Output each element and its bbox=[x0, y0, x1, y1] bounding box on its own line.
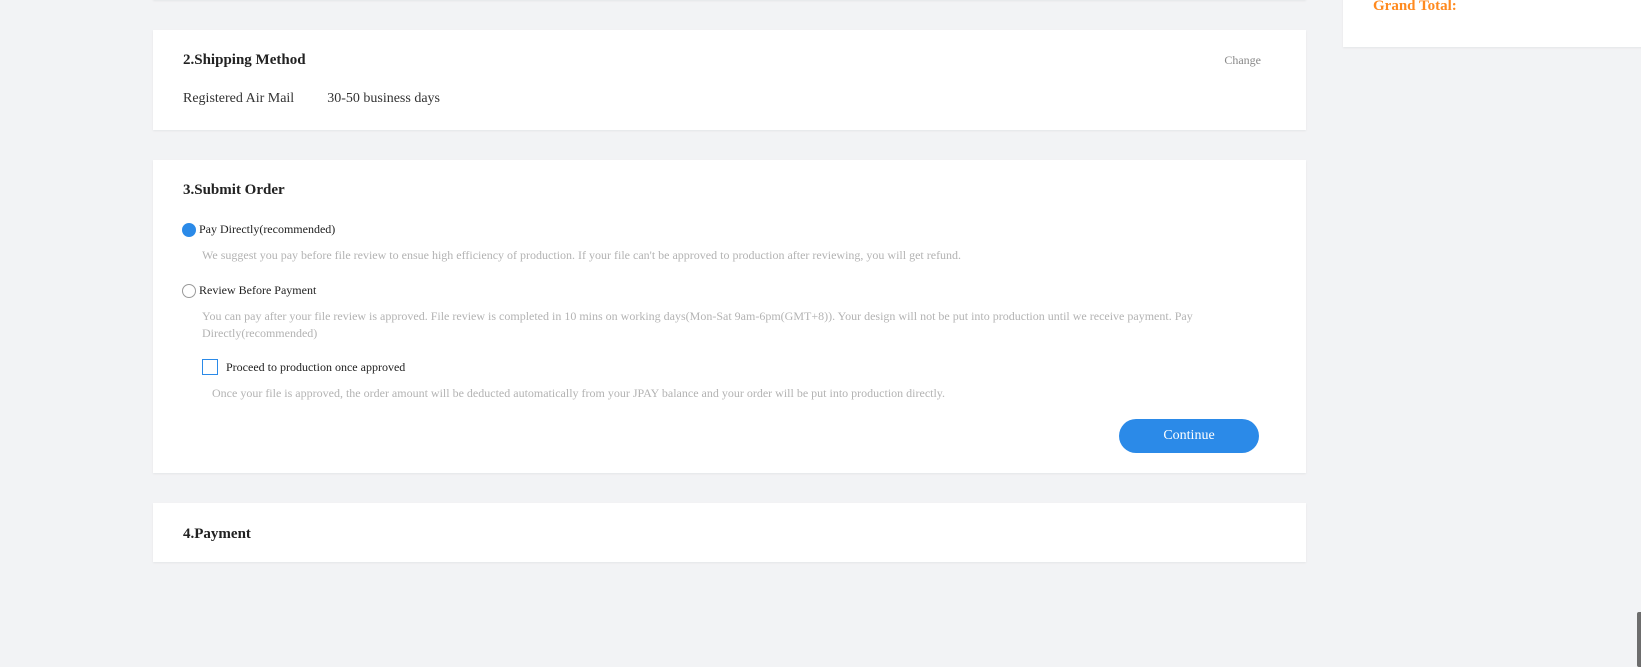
proceed-to-production-hint: Once your file is approved, the order am… bbox=[212, 386, 946, 400]
pay-directly-hint: We suggest you pay before file review to… bbox=[202, 248, 962, 262]
review-before-payment-option[interactable]: Review Before Payment bbox=[182, 283, 316, 298]
pay-directly-radio[interactable] bbox=[182, 222, 196, 237]
continue-button[interactable]: Continue bbox=[1119, 419, 1259, 453]
proceed-to-production-label: Proceed to production once approved bbox=[226, 359, 406, 374]
pay-directly-option[interactable]: Pay Directly(recommended) bbox=[182, 222, 335, 237]
shipping-method-title: 2.Shipping Method bbox=[183, 52, 306, 68]
shipping-duration: 30-50 business days bbox=[327, 91, 440, 106]
shipping-method-summary: Registered Air Mail 30-50 business days bbox=[183, 91, 440, 107]
payment-section: 4.Payment bbox=[153, 503, 1306, 562]
proceed-to-production-option[interactable]: Proceed to production once approved bbox=[202, 359, 405, 375]
change-shipping-link[interactable]: Change bbox=[1224, 53, 1261, 68]
pay-directly-label: Pay Directly(recommended) bbox=[199, 222, 336, 236]
scrollbar-thumb[interactable] bbox=[1637, 612, 1641, 667]
proceed-to-production-checkbox[interactable] bbox=[202, 359, 218, 375]
submit-order-section: 3.Submit Order Pay Directly(recommended)… bbox=[153, 160, 1306, 473]
review-before-payment-hint: You can pay after your file review is ap… bbox=[202, 309, 1193, 340]
submit-order-title: 3.Submit Order bbox=[183, 182, 285, 198]
shipping-method-section: 2.Shipping Method Change Registered Air … bbox=[153, 30, 1306, 130]
review-before-payment-label: Review Before Payment bbox=[199, 283, 317, 297]
payment-title: 4.Payment bbox=[183, 526, 251, 542]
shipping-method-name: Registered Air Mail bbox=[183, 91, 295, 106]
grand-total-label: Grand Total: bbox=[1373, 0, 1457, 14]
review-before-payment-radio[interactable] bbox=[182, 283, 196, 298]
order-summary-card: Grand Total: bbox=[1343, 0, 1641, 47]
